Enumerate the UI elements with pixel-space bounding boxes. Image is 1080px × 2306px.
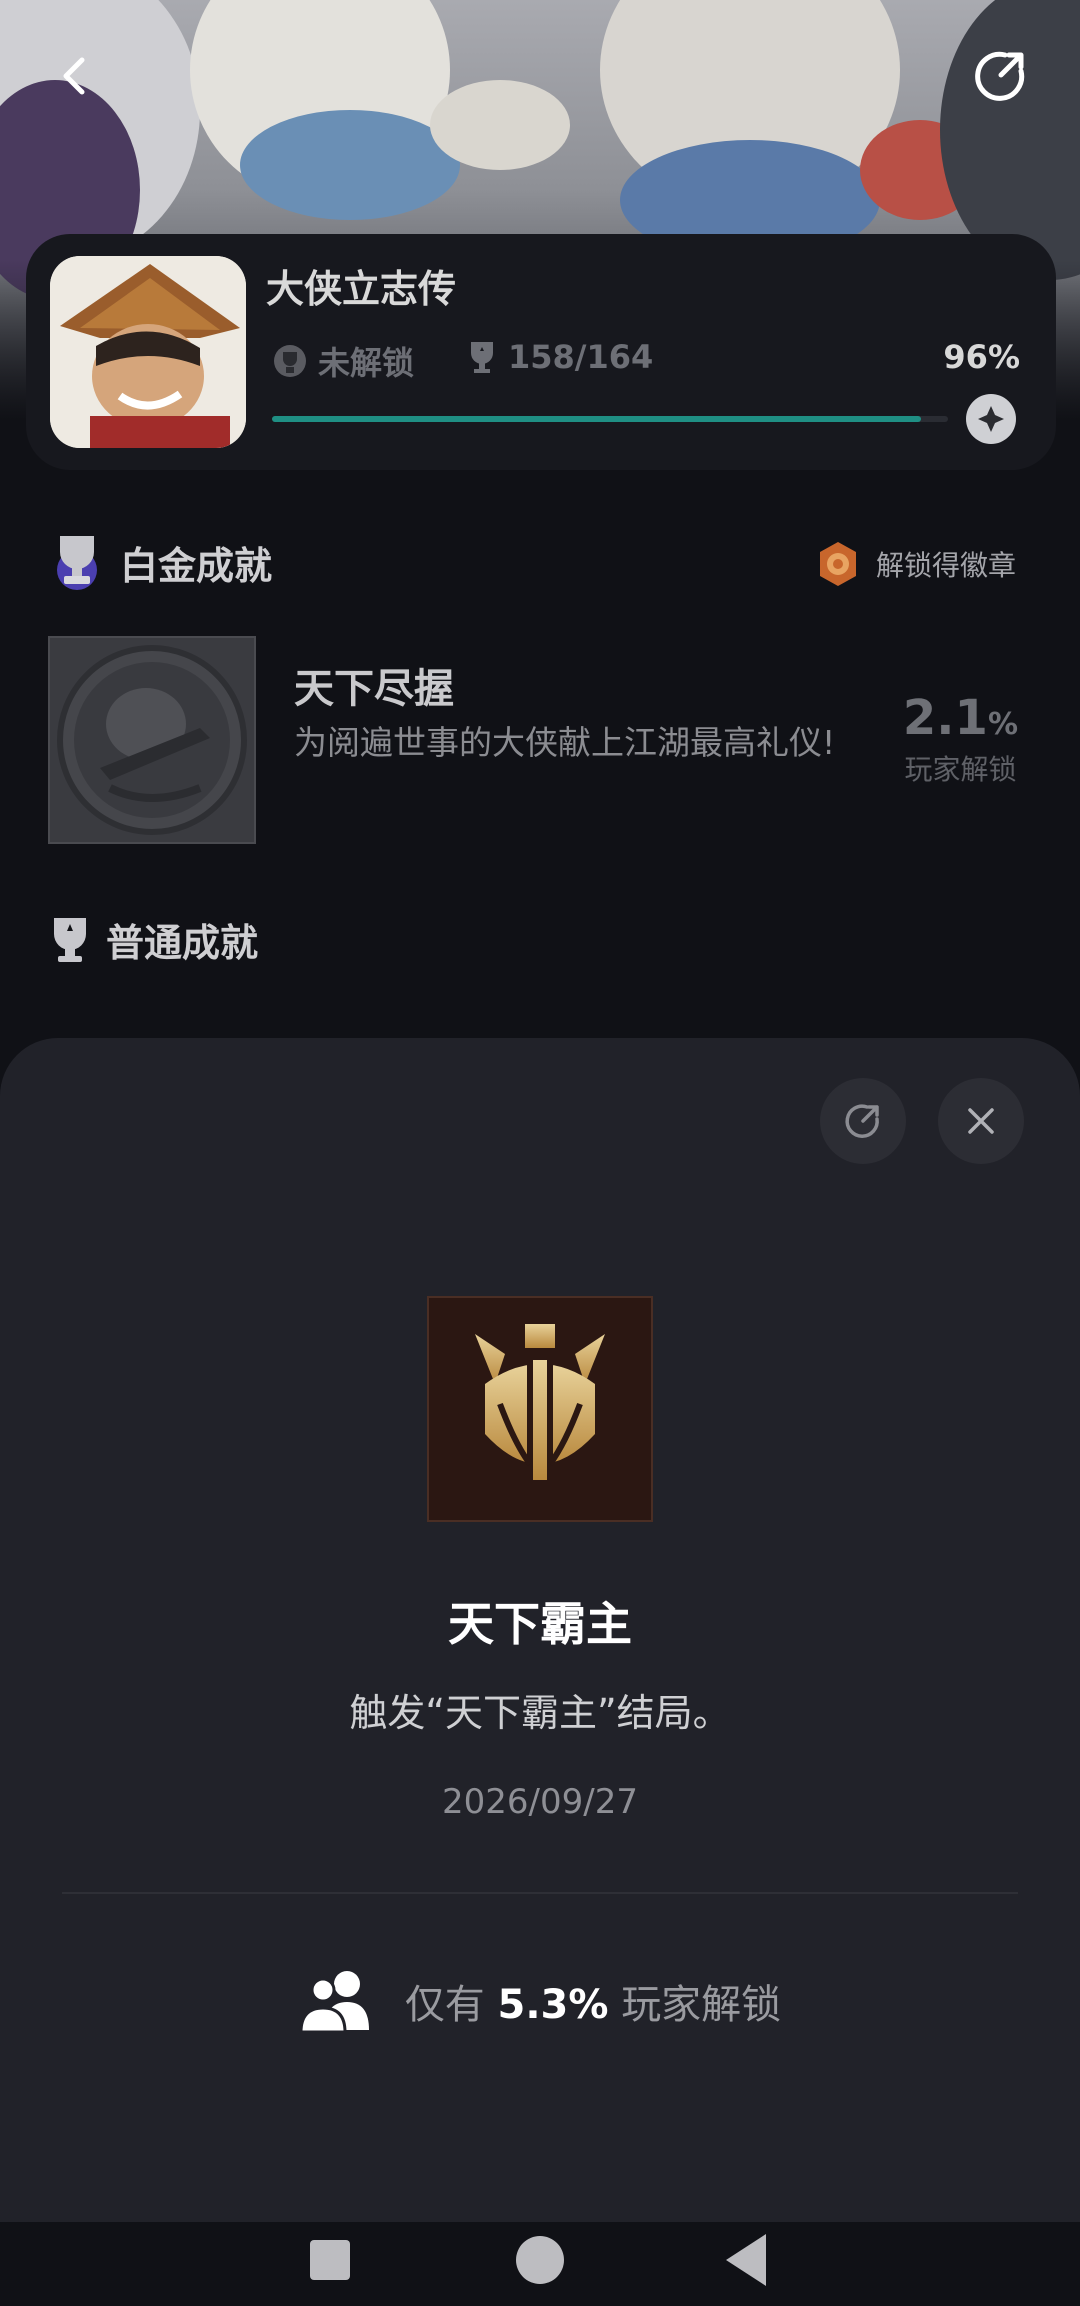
game-title: 大侠立志传 (266, 267, 457, 311)
normal-section-title: 普通成就 (106, 921, 259, 965)
unlock-rate-suffix: 玩家解锁 (621, 1982, 782, 2028)
platinum-achievement-icon[interactable] (48, 636, 256, 844)
platinum-trophy-icon (57, 536, 97, 590)
sheet-share-button[interactable] (820, 1078, 906, 1164)
trophy-count-text: 158/164 (508, 338, 654, 376)
game-cover-art (50, 256, 246, 448)
compass-badge-icon (978, 406, 1004, 432)
unlock-rate-percent: 5.3% (497, 1982, 609, 2028)
lock-trophy-icon (274, 345, 306, 377)
platinum-rate-value: 2.1 (902, 690, 988, 746)
achievement-icon-art (475, 1324, 605, 1484)
lock-status-text: 未解锁 (318, 344, 415, 382)
refresh-share-icon (845, 1104, 879, 1138)
back-icon (63, 57, 85, 95)
platinum-rate-label: 玩家解锁 (904, 753, 1017, 786)
platinum-achievement-art (57, 645, 247, 835)
achievement-name: 天下霸主 (448, 1597, 632, 1651)
unlock-rate-prefix: 仅有 (404, 1982, 485, 2028)
platinum-rate-unit: % (987, 707, 1018, 742)
normal-trophy-icon (54, 917, 86, 962)
recents-button[interactable] (310, 2240, 350, 2280)
achievement-icon (427, 1296, 653, 1522)
achievement-description: 触发“天下霸主”结局。 (349, 1691, 731, 1735)
unlock-rate-text: 仅有 5.3% 玩家解锁 (405, 1972, 781, 2030)
banner-art-bowl (430, 80, 570, 170)
medal-icon (819, 542, 856, 586)
platinum-section-header: 白金成就 (48, 532, 272, 592)
close-icon (968, 1108, 994, 1134)
platinum-unlock-rate: 2.1% 玩家解锁 (903, 690, 1018, 788)
system-navigation-bar (0, 2222, 1080, 2306)
completion-percent: 96% (943, 338, 1020, 376)
completion-progress-fill (272, 416, 921, 422)
platinum-achievement-name: 天下尽握 (294, 666, 454, 712)
sheet-divider (62, 1892, 1018, 1894)
home-button[interactable] (516, 2236, 564, 2284)
completion-progress-bar (272, 416, 948, 422)
platinum-section-title: 白金成就 (120, 543, 273, 588)
back-button[interactable] (40, 40, 112, 112)
achievement-unlock-date: 2026/09/27 (442, 1782, 638, 1822)
share-button[interactable] (964, 40, 1036, 112)
compass-badge (966, 394, 1016, 444)
players-icon (299, 1971, 369, 2034)
achievement-detail-sheet: 天下霸主 触发“天下霸主”结局。 2026/09/27 仅有 5.3% 玩家解锁 (0, 1038, 1080, 2222)
sheet-close-button[interactable] (938, 1078, 1024, 1164)
platinum-achievement-description: 为阅遍世事的大侠献上江湖最高礼仪! (294, 723, 836, 762)
game-card: 大侠立志传 未解锁 158/164 96% (26, 234, 1056, 470)
normal-section-header: 普通成就 (48, 912, 258, 967)
banner-art-scarf (240, 110, 460, 220)
game-cover-image[interactable] (50, 256, 246, 448)
trophy-count: 158/164 (466, 338, 653, 376)
lock-status: 未解锁 (272, 338, 414, 384)
trophy-icon (471, 342, 493, 373)
unlock-badge-link[interactable]: 解锁得徽章 (814, 540, 1016, 588)
system-back-button[interactable] (726, 2234, 766, 2286)
share-icon (975, 51, 1025, 101)
unlock-rate-row: 仅有 5.3% 玩家解锁 (0, 1968, 1080, 2034)
unlock-badge-text: 解锁得徽章 (875, 549, 1016, 582)
